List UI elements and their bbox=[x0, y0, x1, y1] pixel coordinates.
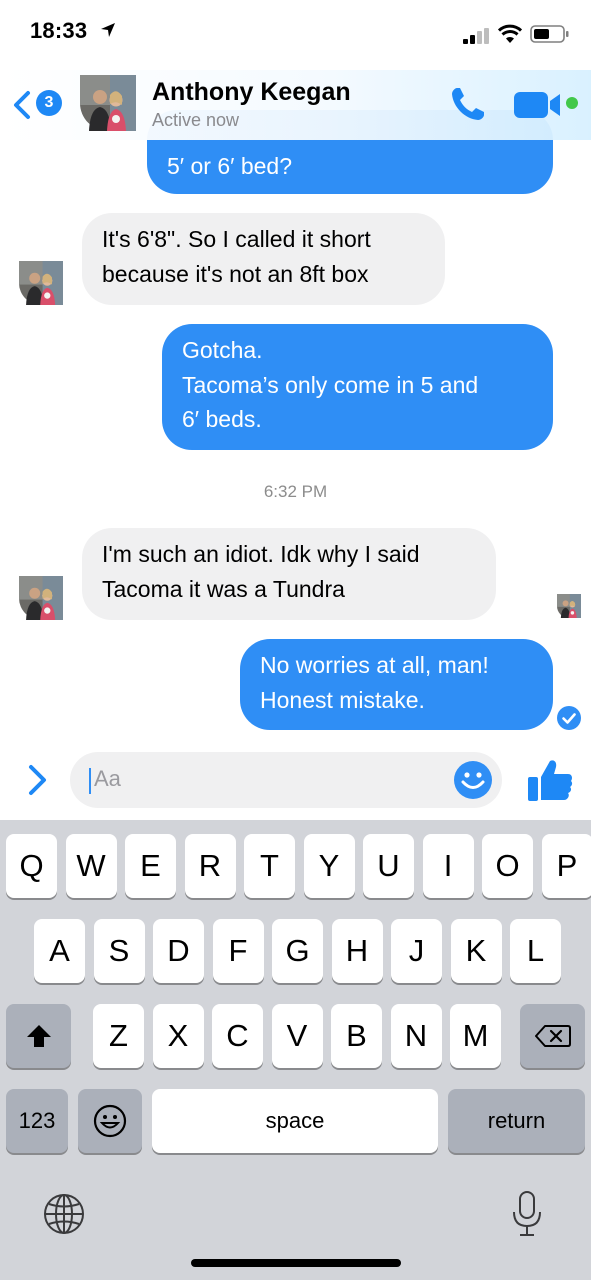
signal-icon bbox=[463, 28, 489, 44]
message-timestamp: 6:32 PM bbox=[263, 482, 328, 501]
wifi-icon bbox=[498, 24, 522, 43]
input-placeholder: Aa bbox=[94, 766, 121, 791]
back-button[interactable]: 3 bbox=[12, 86, 64, 122]
emoji-keyboard-icon bbox=[93, 1104, 127, 1138]
presence-status: Active now bbox=[152, 110, 240, 130]
message-bubble-outgoing[interactable]: Gotcha. Tacoma’s only come in 5 and 6′ b… bbox=[162, 324, 553, 450]
battery-icon bbox=[530, 25, 569, 43]
message-bubble-outgoing[interactable]: No worries at all, man! Honest mistake. bbox=[240, 639, 553, 730]
key-b[interactable]: B bbox=[331, 1004, 382, 1068]
chevron-right-icon[interactable] bbox=[24, 762, 52, 798]
backspace-key[interactable] bbox=[520, 1004, 585, 1068]
key-a[interactable]: A bbox=[34, 919, 85, 983]
contact-name[interactable]: Anthony Keegan bbox=[152, 78, 351, 107]
microphone-icon[interactable] bbox=[510, 1190, 544, 1238]
key-u[interactable]: U bbox=[363, 834, 414, 898]
message-bubble-incoming[interactable]: It's 6'8". So I called it short because … bbox=[82, 213, 445, 305]
numbers-key[interactable]: 123 bbox=[6, 1089, 68, 1153]
text-caret bbox=[89, 768, 91, 794]
location-arrow-icon bbox=[101, 23, 115, 37]
phone-icon[interactable] bbox=[448, 84, 488, 124]
key-f[interactable]: F bbox=[212, 919, 264, 983]
conversation-header: 3 Anthony Keegan Active now bbox=[0, 70, 591, 140]
home-indicator bbox=[191, 1259, 401, 1267]
key-l[interactable]: L bbox=[510, 919, 561, 983]
contact-avatar-small[interactable] bbox=[19, 576, 63, 620]
key-p[interactable]: P bbox=[541, 834, 591, 898]
key-x[interactable]: X bbox=[152, 1004, 204, 1068]
emoji-key[interactable] bbox=[78, 1089, 142, 1153]
thumbs-up-icon[interactable] bbox=[526, 757, 574, 803]
online-indicator bbox=[566, 97, 578, 109]
key-o[interactable]: O bbox=[482, 834, 533, 898]
message-bubble-incoming[interactable]: I'm such an idiot. Idk why I said Tacoma… bbox=[82, 528, 496, 620]
key-z[interactable]: Z bbox=[93, 1004, 144, 1068]
backspace-icon bbox=[534, 1025, 571, 1047]
shift-key[interactable] bbox=[6, 1004, 71, 1068]
key-w[interactable]: W bbox=[65, 834, 117, 898]
video-camera-icon[interactable] bbox=[514, 88, 566, 122]
key-c[interactable]: C bbox=[212, 1004, 263, 1068]
shift-icon bbox=[26, 1025, 51, 1047]
key-d[interactable]: D bbox=[153, 919, 204, 983]
space-key[interactable]: space bbox=[152, 1089, 438, 1153]
key-e[interactable]: E bbox=[125, 834, 176, 898]
key-i[interactable]: I bbox=[422, 834, 474, 898]
smiley-icon[interactable] bbox=[453, 760, 493, 800]
contact-avatar[interactable] bbox=[80, 75, 136, 131]
key-t[interactable]: T bbox=[244, 834, 295, 898]
key-h[interactable]: H bbox=[331, 919, 383, 983]
status-bar: 18:33 bbox=[0, 0, 591, 70]
status-time: 18:33 bbox=[30, 18, 88, 43]
key-n[interactable]: N bbox=[390, 1004, 442, 1068]
key-q[interactable]: Q bbox=[6, 834, 57, 898]
key-m[interactable]: M bbox=[450, 1004, 501, 1068]
key-g[interactable]: G bbox=[272, 919, 323, 983]
key-v[interactable]: V bbox=[271, 1004, 323, 1068]
key-j[interactable]: J bbox=[391, 919, 442, 983]
unread-badge: 3 bbox=[36, 90, 62, 116]
keyboard: 123 space return QWERTYUIOP ASDFGHJKL ZXCV… bbox=[0, 820, 591, 1280]
key-r[interactable]: R bbox=[184, 834, 236, 898]
contact-avatar-small[interactable] bbox=[19, 261, 63, 305]
delivered-check-icon bbox=[557, 706, 581, 730]
globe-icon[interactable] bbox=[42, 1192, 86, 1236]
key-y[interactable]: Y bbox=[303, 834, 355, 898]
return-key[interactable]: return bbox=[448, 1089, 585, 1153]
seen-avatar bbox=[557, 594, 581, 618]
back-chevron-icon bbox=[14, 91, 30, 119]
key-s[interactable]: S bbox=[93, 919, 145, 983]
message-input[interactable]: Aa bbox=[70, 752, 502, 808]
message-composer: Aa bbox=[0, 745, 591, 820]
key-k[interactable]: K bbox=[450, 919, 502, 983]
